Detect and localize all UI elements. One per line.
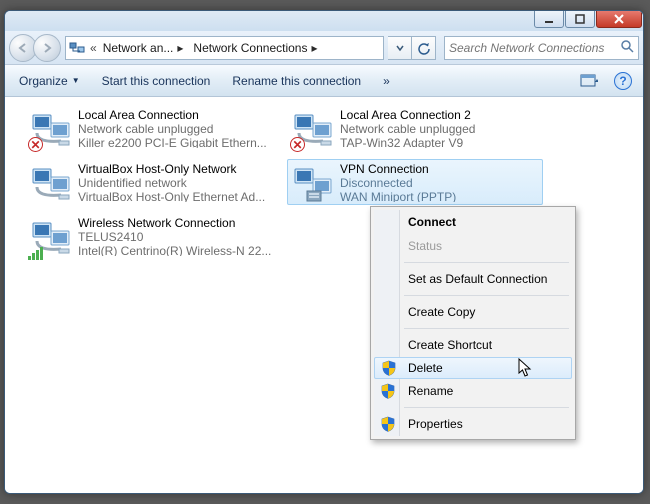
forward-button[interactable]: [33, 34, 61, 62]
context-item-label: Create Copy: [408, 305, 475, 319]
breadcrumb-label: Network Connections: [193, 41, 307, 55]
connection-name: Local Area Connection: [78, 108, 267, 122]
connection-icon: ✕: [292, 108, 334, 150]
close-button[interactable]: [596, 10, 642, 28]
connection-item[interactable]: ✕ Local Area Connection 2Network cable un…: [287, 105, 543, 151]
context-item-label: Delete: [408, 361, 443, 375]
minimize-button[interactable]: [534, 10, 564, 28]
context-item-label: Create Shortcut: [408, 338, 492, 352]
connection-item[interactable]: ✕ Local Area ConnectionNetwork cable unpl…: [25, 105, 281, 151]
context-item-label: Properties: [408, 417, 463, 431]
breadcrumb[interactable]: Network an... ▸: [99, 37, 190, 59]
connection-name: Local Area Connection 2: [340, 108, 475, 122]
context-menu: Connect Status Set as Default Connection Cr…: [370, 206, 576, 440]
connection-device: Intel(R) Centrino(R) Wireless-N 22...: [78, 244, 271, 256]
titlebar: [5, 11, 643, 31]
address-bar[interactable]: « Network an... ▸ Network Connections ▸: [65, 36, 384, 60]
signal-bars-icon: [28, 246, 44, 260]
connection-icon: ✕: [30, 108, 72, 150]
context-item-label: Set as Default Connection: [408, 272, 547, 286]
connection-name: VPN Connection: [340, 162, 456, 176]
context-separator: [404, 262, 569, 263]
breadcrumb[interactable]: Network Connections ▸: [189, 37, 323, 59]
connection-item[interactable]: Wireless Network ConnectionTELUS2410Inte…: [25, 213, 281, 259]
help-button[interactable]: ?: [611, 69, 635, 93]
context-item-delete[interactable]: Delete: [374, 357, 572, 379]
connection-status: Network cable unplugged: [78, 122, 267, 136]
chevron-right-icon: ▸: [177, 41, 183, 55]
context-item-status: Status: [374, 234, 572, 258]
shield-icon: [380, 416, 396, 432]
connection-status: TELUS2410: [78, 230, 271, 244]
connection-name: VirtualBox Host-Only Network: [78, 162, 265, 176]
view-button[interactable]: [577, 69, 601, 93]
context-separator: [404, 328, 569, 329]
rename-connection-button[interactable]: Rename this connection: [226, 70, 367, 92]
connection-device: WAN Miniport (PPTP): [340, 190, 456, 202]
organize-label: Organize: [19, 74, 68, 88]
organize-button[interactable]: Organize ▼: [13, 70, 86, 92]
search-icon[interactable]: [616, 39, 638, 56]
context-item-connect[interactable]: Connect: [374, 210, 572, 234]
connection-status: Disconnected: [340, 176, 456, 190]
connection-item[interactable]: VPN ConnectionDisconnectedWAN Miniport (…: [287, 159, 543, 205]
context-item-create-shortcut[interactable]: Create Shortcut: [374, 333, 572, 357]
search-input[interactable]: [445, 37, 616, 59]
connection-icon: [30, 162, 72, 204]
context-item-set-as-default-connection[interactable]: Set as Default Connection: [374, 267, 572, 291]
context-separator: [404, 295, 569, 296]
context-item-label: Rename: [408, 384, 453, 398]
address-dropdown-button[interactable]: [388, 36, 412, 60]
breadcrumb-label: Network an...: [103, 41, 174, 55]
connection-name: Wireless Network Connection: [78, 216, 271, 230]
connection-item[interactable]: VirtualBox Host-Only NetworkUnidentified…: [25, 159, 281, 205]
overflow-button[interactable]: »: [377, 70, 396, 92]
refresh-button[interactable]: [412, 36, 436, 60]
connection-status: Network cable unplugged: [340, 122, 475, 136]
connection-icon: [30, 216, 72, 258]
connection-status: Unidentified network: [78, 176, 265, 190]
start-connection-button[interactable]: Start this connection: [96, 70, 217, 92]
connection-device: TAP-Win32 Adapter V9: [340, 136, 475, 148]
connection-device: Killer e2200 PCI-E Gigabit Ethern...: [78, 136, 267, 148]
context-item-label: Status: [408, 239, 442, 253]
breadcrumb-sep-icon: «: [88, 41, 99, 55]
chevron-right-icon: ▸: [311, 41, 317, 55]
context-item-label: Connect: [408, 215, 456, 229]
context-separator: [404, 407, 569, 408]
network-icon: [66, 37, 88, 59]
connection-icon: [292, 162, 334, 204]
context-item-create-copy[interactable]: Create Copy: [374, 300, 572, 324]
context-item-rename[interactable]: Rename: [374, 379, 572, 403]
error-overlay-icon: ✕: [28, 137, 43, 152]
chevron-down-icon: ▼: [72, 76, 80, 85]
error-overlay-icon: ✕: [290, 137, 305, 152]
context-item-properties[interactable]: Properties: [374, 412, 572, 436]
shield-icon: [381, 360, 397, 376]
connection-device: VirtualBox Host-Only Ethernet Ad...: [78, 190, 265, 202]
search-box[interactable]: [444, 36, 639, 60]
command-bar: Organize ▼ Start this connection Rename …: [5, 65, 643, 97]
maximize-button[interactable]: [565, 10, 595, 28]
shield-icon: [380, 383, 396, 399]
nav-row: « Network an... ▸ Network Connections ▸: [5, 31, 643, 65]
